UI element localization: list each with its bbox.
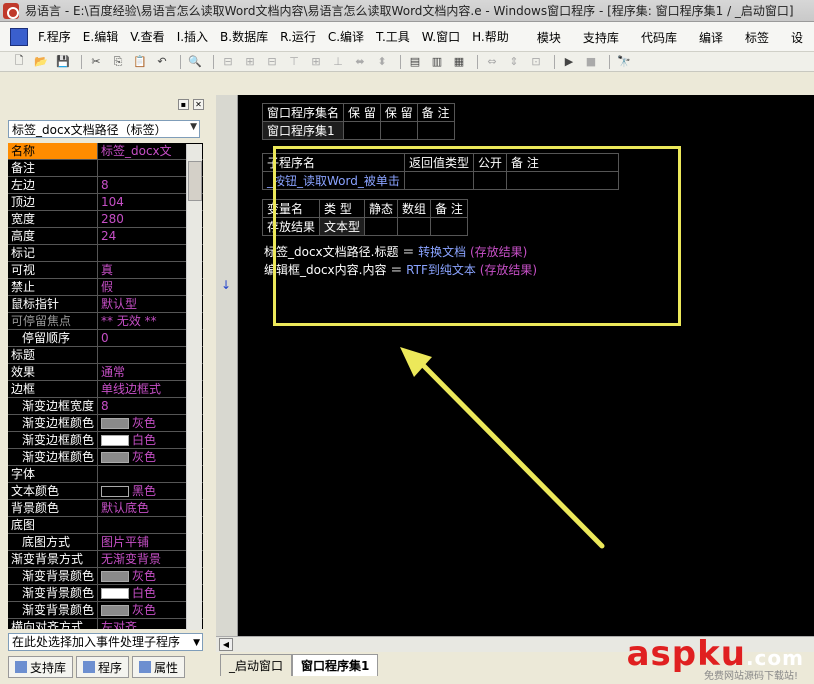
scroll-left-icon[interactable]: ◀ <box>219 638 233 651</box>
tab-window-assembly[interactable]: 窗口程序集1 <box>292 654 379 676</box>
tab-startup-window[interactable]: _启动窗口 <box>220 654 293 676</box>
annotation-arrow <box>400 347 605 549</box>
watermark-subtitle: 免费网站源码下载站! <box>703 671 798 682</box>
